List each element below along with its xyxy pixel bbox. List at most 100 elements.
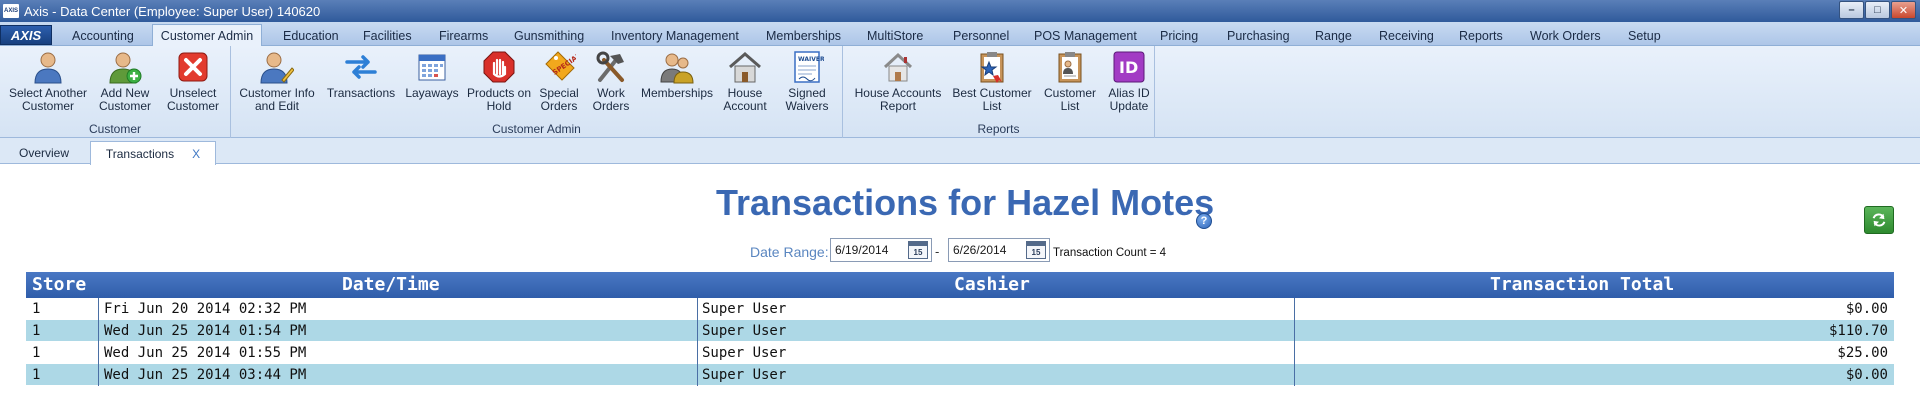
best-customer-list-button[interactable]: Best Customer List xyxy=(947,50,1037,113)
table-header: Store Date/Time Cashier Transaction Tota… xyxy=(26,272,1894,298)
transactions-button[interactable]: Transactions xyxy=(323,50,399,100)
cell-datetime: Fri Jun 20 2014 02:32 PM xyxy=(104,301,307,317)
products-on-hold-button[interactable]: Products on Hold xyxy=(465,50,533,113)
menu-tab-range[interactable]: Range xyxy=(1315,25,1352,46)
table-row[interactable]: 1 Fri Jun 20 2014 02:32 PM Super User $0… xyxy=(26,298,1894,320)
ribbon-group-label: Customer xyxy=(88,122,141,136)
svg-text:WAIVER: WAIVER xyxy=(798,56,824,63)
date-from-value: 6/19/2014 xyxy=(835,243,889,257)
refresh-icon xyxy=(1872,213,1886,227)
cell-total: $0.00 xyxy=(1845,301,1888,317)
date-from-field[interactable]: 6/19/2014 15 xyxy=(830,238,932,262)
cell-cashier: Super User xyxy=(702,323,787,339)
column-header-store[interactable]: Store xyxy=(32,274,86,295)
date-separator: - xyxy=(935,244,940,259)
ribbon-group-reports: House Accounts Report Best Customer List… xyxy=(843,46,1155,138)
arrows-exchange-icon xyxy=(344,50,378,84)
menu-tab-personnel[interactable]: Personnel xyxy=(953,25,1009,46)
help-icon[interactable]: ? xyxy=(1196,213,1212,229)
special-tag-icon: SPECIAL xyxy=(542,50,576,84)
menu-tab-pricing[interactable]: Pricing xyxy=(1160,25,1198,46)
select-another-customer-button[interactable]: Select Another Customer xyxy=(6,50,90,113)
menu-tab-reports[interactable]: Reports xyxy=(1459,25,1503,46)
menu-tab-customer-admin[interactable]: Customer Admin xyxy=(152,24,262,47)
customer-info-edit-button[interactable]: Customer Info and Edit xyxy=(235,50,319,113)
house-icon xyxy=(728,50,762,84)
menu-tab-pos-management[interactable]: POS Management xyxy=(1034,25,1137,46)
special-orders-button[interactable]: SPECIAL Special Orders xyxy=(533,50,585,113)
menu-tab-multistore[interactable]: MultiStore xyxy=(867,25,923,46)
transaction-count: Transaction Count = 4 xyxy=(1053,247,1167,259)
refresh-button[interactable] xyxy=(1864,206,1894,234)
stop-hand-icon xyxy=(482,50,516,84)
document-tabs: Overview Transactions X xyxy=(0,138,1920,165)
tab-transactions-label: Transactions xyxy=(105,146,175,161)
menu-tab-memberships[interactable]: Memberships xyxy=(766,25,841,46)
unselect-customer-button[interactable]: Unselect Customer xyxy=(160,50,226,113)
cell-cashier: Super User xyxy=(702,345,787,361)
cell-datetime: Wed Jun 25 2014 03:44 PM xyxy=(104,367,307,383)
cell-store: 1 xyxy=(32,301,41,317)
column-divider xyxy=(697,298,698,386)
memberships-button[interactable]: Memberships xyxy=(639,50,715,100)
red-x-icon xyxy=(176,50,210,84)
award-clipboard-icon xyxy=(975,50,1009,84)
page-title: Transactions for Hazel Motes xyxy=(716,182,1215,223)
menu-tab-receiving[interactable]: Receiving xyxy=(1379,25,1434,46)
cell-datetime: Wed Jun 25 2014 01:54 PM xyxy=(104,323,307,339)
clipboard-list-icon xyxy=(1053,50,1087,84)
minimize-icon[interactable]: – xyxy=(1839,1,1864,19)
menu-tab-facilities[interactable]: Facilities xyxy=(363,25,412,46)
menu-tab-gunsmithing[interactable]: Gunsmithing xyxy=(514,25,584,46)
menu-tab-setup[interactable]: Setup xyxy=(1628,25,1661,46)
menu-tab-work-orders[interactable]: Work Orders xyxy=(1530,25,1601,46)
column-divider xyxy=(98,298,99,386)
date-to-value: 6/26/2014 xyxy=(953,243,1007,257)
calendar-icon[interactable]: 15 xyxy=(908,241,928,259)
ribbon-group-label: Reports xyxy=(977,122,1020,136)
add-new-customer-button[interactable]: Add New Customer xyxy=(94,50,156,113)
table-row[interactable]: 1 Wed Jun 25 2014 01:54 PM Super User $1… xyxy=(26,320,1894,342)
column-header-datetime[interactable]: Date/Time xyxy=(342,274,440,295)
menu-tab-accounting[interactable]: Accounting xyxy=(72,25,134,46)
people-icon xyxy=(660,50,694,84)
cell-store: 1 xyxy=(32,367,41,383)
layaways-button[interactable]: Layaways xyxy=(401,50,463,100)
cell-store: 1 xyxy=(32,345,41,361)
window-controls: – □ ✕ xyxy=(1839,1,1916,19)
cell-total: $0.00 xyxy=(1845,367,1888,383)
close-tab-icon[interactable]: X xyxy=(192,147,200,161)
cell-store: 1 xyxy=(32,323,41,339)
menu-tab-purchasing[interactable]: Purchasing xyxy=(1227,25,1290,46)
column-header-transaction-total[interactable]: Transaction Total xyxy=(1490,274,1674,295)
menu-tab-education[interactable]: Education xyxy=(283,25,339,46)
signed-waivers-button[interactable]: WAIVER Signed Waivers xyxy=(775,50,839,113)
work-orders-button[interactable]: Work Orders xyxy=(587,50,635,113)
ribbon-group-customer-admin: Customer Info and Edit Transactions Laya… xyxy=(231,46,843,138)
house-accounts-report-button[interactable]: House Accounts Report xyxy=(851,50,945,113)
customer-list-button[interactable]: Customer List xyxy=(1037,50,1103,113)
column-header-cashier[interactable]: Cashier xyxy=(954,274,1030,295)
window-title: Axis - Data Center (Employee: Super User… xyxy=(24,3,321,19)
alias-id-update-button[interactable]: ID Alias ID Update xyxy=(1105,50,1153,113)
house-account-button[interactable]: House Account xyxy=(717,50,773,113)
axis-app-icon: AXIS xyxy=(3,4,19,18)
date-to-field[interactable]: 6/26/2014 15 xyxy=(948,238,1050,262)
table-row[interactable]: 1 Wed Jun 25 2014 01:55 PM Super User $2… xyxy=(26,342,1894,364)
table-row[interactable]: 1 Wed Jun 25 2014 03:44 PM Super User $0… xyxy=(26,364,1894,386)
tab-transactions[interactable]: Transactions X xyxy=(90,141,216,165)
calendar-icon[interactable]: 15 xyxy=(1026,241,1046,259)
window-title-bar: AXIS Axis - Data Center (Employee: Super… xyxy=(0,0,1920,22)
ribbon-toolbar: Select Another Customer Add New Customer… xyxy=(0,46,1920,138)
maximize-icon[interactable]: □ xyxy=(1865,1,1890,19)
date-range-label: Date Range: xyxy=(750,244,829,260)
menu-tab-firearms[interactable]: Firearms xyxy=(439,25,488,46)
axis-logo[interactable]: AXIS xyxy=(0,25,52,45)
menu-tab-inventory-management[interactable]: Inventory Management xyxy=(611,25,739,46)
tab-overview[interactable]: Overview xyxy=(8,142,80,164)
close-window-icon[interactable]: ✕ xyxy=(1891,1,1916,19)
cell-datetime: Wed Jun 25 2014 01:55 PM xyxy=(104,345,307,361)
cell-total: $25.00 xyxy=(1837,345,1888,361)
transactions-table: Store Date/Time Cashier Transaction Tota… xyxy=(26,272,1894,386)
person-edit-icon xyxy=(260,50,294,84)
